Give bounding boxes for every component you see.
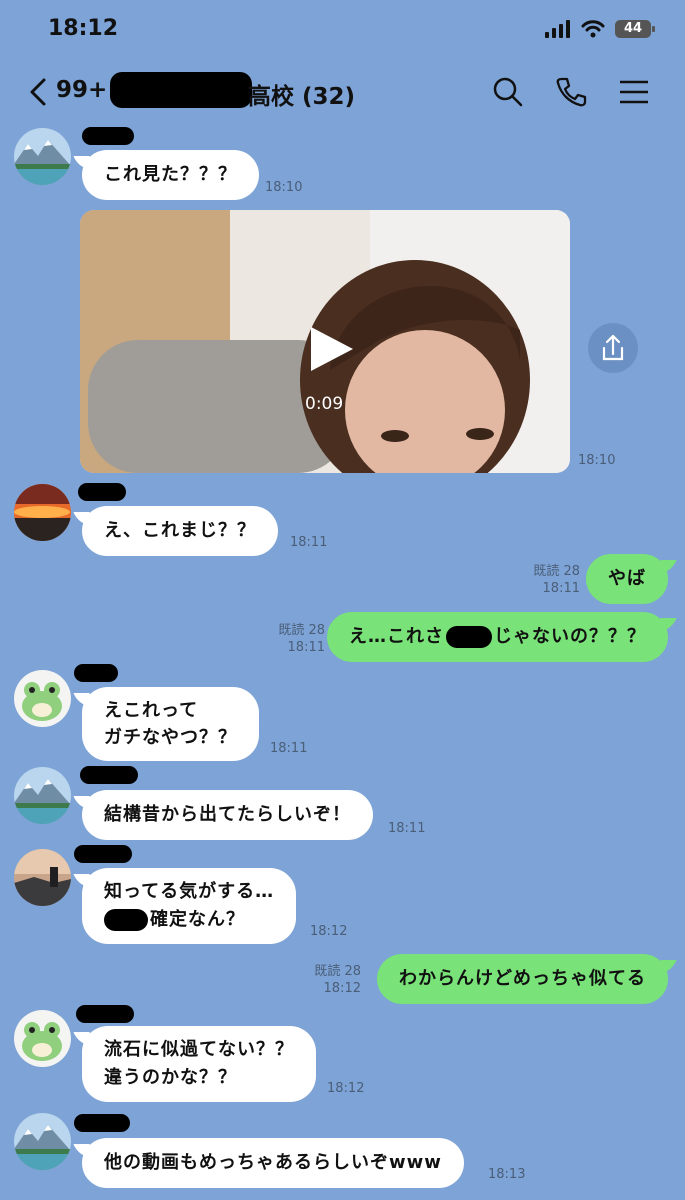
status-bar: 18:12 44 xyxy=(0,0,685,60)
sender-name-redaction xyxy=(82,127,134,145)
video-message[interactable]: 0:09 xyxy=(80,210,570,473)
video-duration: 0:09 xyxy=(305,394,344,414)
message-text: 他の動画もめっちゃあるらしいぞwww xyxy=(104,1152,442,1173)
message-text: えこれって xyxy=(104,700,199,721)
signal-icon xyxy=(545,20,570,38)
message-time: 18:11 xyxy=(270,741,308,756)
message-text: 違うのかな？？ xyxy=(104,1067,237,1088)
message-bubble[interactable]: え、これまじ？？ xyxy=(82,506,278,556)
unread-count[interactable]: 99+ xyxy=(56,77,107,103)
share-icon xyxy=(602,334,624,361)
avatar[interactable] xyxy=(14,128,71,185)
avatar[interactable] xyxy=(14,484,71,541)
back-chevron-icon[interactable] xyxy=(26,77,52,107)
message-time: 18:11 xyxy=(287,640,325,655)
message-text: これ見た？？？ xyxy=(104,164,237,185)
message-text: ガチなやつ？？ xyxy=(104,727,237,748)
message-bubble-sent[interactable]: わからんけどめっちゃ似てる xyxy=(377,954,668,1004)
message-bubble[interactable]: 知ってる気がする… 確定なん？ xyxy=(82,868,297,944)
message-time: 18:12 xyxy=(310,924,348,939)
message-text: 流石に似過てない？？ xyxy=(104,1039,294,1060)
battery-icon: 44 xyxy=(615,20,655,38)
message-bubble-sent[interactable]: やば xyxy=(586,554,668,604)
share-button[interactable] xyxy=(588,323,638,373)
search-icon[interactable] xyxy=(490,74,526,110)
sender-name-redaction xyxy=(76,1005,134,1023)
avatar[interactable] xyxy=(14,1113,71,1170)
read-receipt: 既読 28 xyxy=(314,964,361,979)
chat-title: 高校 (32) xyxy=(248,84,356,110)
sender-name-redaction xyxy=(74,1114,130,1132)
message-bubble[interactable]: えこれって ガチなやつ？？ xyxy=(82,687,259,761)
avatar[interactable] xyxy=(14,767,71,824)
message-time: 18:10 xyxy=(265,180,303,195)
message-meta: 既読 28 18:12 xyxy=(314,963,361,997)
message-time: 18:12 xyxy=(327,1081,365,1096)
message-time: 18:11 xyxy=(290,535,328,550)
redaction-mark xyxy=(104,909,148,931)
wifi-icon xyxy=(581,20,605,38)
message-bubble[interactable]: 他の動画もめっちゃあるらしいぞwww xyxy=(82,1138,464,1188)
redaction-mark xyxy=(446,626,492,648)
play-icon[interactable] xyxy=(305,323,357,375)
chat-header: 99+ 高校 (32) xyxy=(0,62,685,122)
message-text: じゃないの？？？ xyxy=(494,626,646,647)
phone-icon[interactable] xyxy=(553,74,589,110)
message-bubble-sent[interactable]: え…これさ じゃないの？？？ xyxy=(327,612,668,662)
message-time: 18:11 xyxy=(388,821,426,836)
message-time: 18:13 xyxy=(488,1167,526,1182)
read-receipt: 既読 28 xyxy=(533,564,580,579)
message-time: 18:10 xyxy=(578,453,616,468)
message-text: え、これまじ？？ xyxy=(104,520,256,541)
message-bubble[interactable]: これ見た？？？ xyxy=(82,150,259,200)
message-text: え…これさ xyxy=(349,626,444,647)
read-receipt: 既読 28 xyxy=(278,623,325,638)
avatar[interactable] xyxy=(14,849,71,906)
sender-name-redaction xyxy=(80,766,138,784)
message-text: 知ってる気がする… xyxy=(104,881,275,902)
message-bubble[interactable]: 結構昔から出てたらしいぞ！ xyxy=(82,790,373,840)
message-time: 18:12 xyxy=(323,981,361,996)
message-text: 確定なん？ xyxy=(150,909,245,930)
status-time: 18:12 xyxy=(48,16,119,41)
status-icons: 44 xyxy=(545,20,655,38)
message-time: 18:11 xyxy=(542,581,580,596)
message-meta: 既読 28 18:11 xyxy=(278,622,325,656)
message-meta: 既読 28 18:11 xyxy=(533,563,580,597)
message-bubble[interactable]: 流石に似過てない？？ 違うのかな？？ xyxy=(82,1026,316,1102)
message-text: やば xyxy=(608,568,646,589)
sender-name-redaction xyxy=(78,483,126,501)
sender-name-redaction xyxy=(74,664,118,682)
sender-name-redaction xyxy=(74,845,132,863)
avatar[interactable] xyxy=(14,670,71,727)
message-text: 結構昔から出てたらしいぞ！ xyxy=(104,804,351,825)
redaction-mark xyxy=(110,72,252,108)
avatar[interactable] xyxy=(14,1010,71,1067)
menu-icon[interactable] xyxy=(616,74,652,110)
message-text: わからんけどめっちゃ似てる xyxy=(399,968,646,989)
